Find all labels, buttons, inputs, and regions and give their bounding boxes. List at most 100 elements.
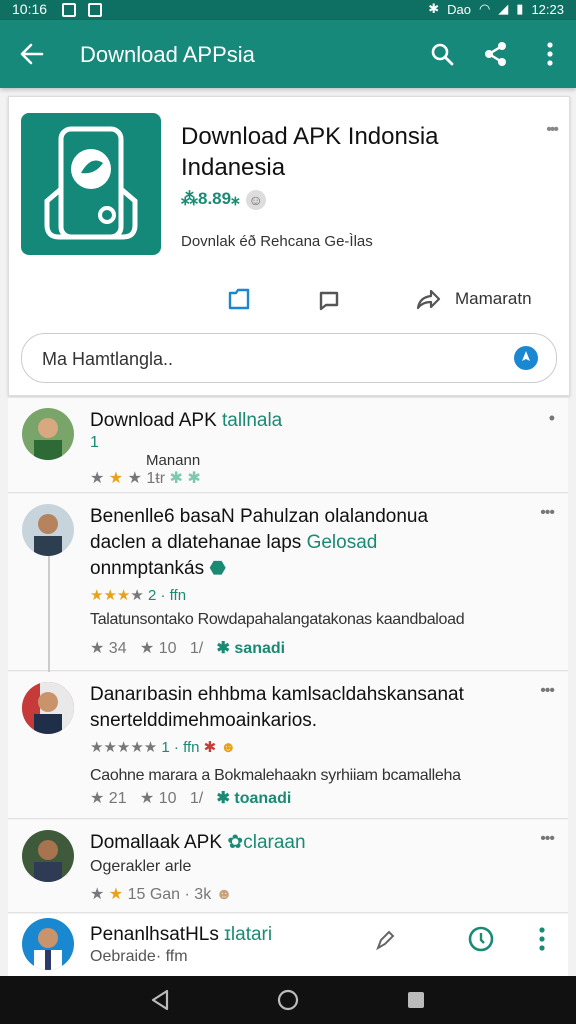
avatar (22, 504, 74, 556)
app-description: Dovnlak éð Rehcana Ge-Ìlas (181, 233, 373, 250)
avatar (22, 682, 74, 734)
app-card: Download APK Indonsia Indanesia ••• ⁂8.8… (8, 96, 570, 396)
signal-icon: ◢ (498, 1, 509, 16)
avatar (22, 830, 74, 882)
nav-back-icon[interactable] (148, 988, 172, 1012)
review-title: Benenlle6 basaN Pahulzan olalandonua dac… (90, 504, 428, 582)
search-bar[interactable] (21, 333, 557, 383)
wifi-icon: ◠ (478, 1, 491, 16)
review-meta: 1ŧr (146, 470, 166, 487)
notification-icon (62, 3, 76, 17)
app-name-line1: Download APK Indonsia (181, 123, 439, 150)
more-icon[interactable]: ••• (540, 682, 555, 700)
top-app-bar: Download APPsia (0, 20, 576, 88)
share-action-label[interactable]: Mamaratn (455, 289, 532, 309)
share-icon[interactable] (482, 40, 510, 68)
app-name-line2: Indanesia (181, 154, 286, 181)
meta-count: 34 (108, 640, 127, 657)
review-tag: Gelosad (306, 532, 378, 553)
timer-icon[interactable] (466, 924, 496, 954)
review-title: Download APK tallnala (90, 408, 282, 434)
rating-stars: ★★★★★ 1 · ffn ✱ ☻ (90, 739, 237, 756)
card-more-icon[interactable]: ••• (546, 121, 559, 139)
review-title-line: Benenlle6 basaN Pahulzan olalandonua (90, 506, 429, 527)
review-title-line: snertelddimehmoainkarios. (90, 710, 318, 731)
nav-home-icon[interactable] (276, 988, 300, 1012)
review-author: Domallaak APK (90, 832, 223, 853)
review-body: Caohne marara a Bokmalehaakn syrhiiam bc… (90, 767, 461, 784)
review-actions: ★ 34 ★ 10 1/ ✱ sanadi (90, 640, 286, 657)
badge-icon: ⬣ (209, 558, 226, 579)
carrier-label: Dao (447, 1, 471, 17)
send-icon[interactable] (514, 346, 538, 370)
meta-count: 1/ (189, 790, 204, 807)
review-sub: Manann (146, 452, 201, 469)
list-item[interactable]: Domallaak APK ✿claraan ••• Ogerakler arl… (8, 820, 568, 913)
rating-stars: ★ ★ ★ 1ŧr ✱ ✱ (90, 470, 201, 487)
face-icon: ☺ (245, 189, 266, 210)
meta-tag[interactable]: toanadi (234, 790, 291, 807)
rating-value: ⁂8.89⁎ (181, 189, 240, 208)
review-title: Danarıbasin ehhbma kamlsacldahskansanat … (90, 682, 464, 734)
avatar (22, 408, 74, 460)
edit-icon[interactable] (372, 926, 400, 954)
app-icon[interactable] (21, 113, 161, 255)
phone-icon (44, 126, 138, 240)
nav-recents-icon[interactable] (404, 988, 428, 1012)
comment-icon[interactable] (315, 285, 343, 313)
battery-icon: ▮ (516, 1, 524, 16)
stars-text: 2 · ffn (147, 587, 187, 604)
meta-count: 10 (158, 790, 177, 807)
meta-count: 21 (108, 790, 127, 807)
review-actions: ★ 21 ★ 10 1/ ✱ toanadi (90, 790, 292, 807)
list-item[interactable]: PenanlhsatHLs ɪlatari Oebraide· ffm (8, 914, 568, 977)
status-icons: ✱ Dao ◠ ◢ ▮ 12:23 (428, 1, 564, 17)
more-vert-icon[interactable] (532, 924, 552, 954)
app-rating: ⁂8.89⁎ ☺ (181, 189, 266, 210)
review-sub: Oebraide· ffm (90, 948, 188, 965)
search-icon[interactable] (428, 40, 456, 68)
meta-count: 10 (158, 640, 177, 657)
status-time-left: 10:16 (12, 1, 48, 17)
notification-icon (88, 3, 102, 17)
rating-stars: ★★★★ 2 · ffn (90, 587, 187, 604)
review-tag: ɪlatari (224, 924, 273, 945)
review-title-line: Danarıbasin ehhbma kamlsacldahskansanat (90, 684, 464, 705)
review-title-line: onnmptankás (90, 558, 205, 579)
app-name: Download APK Indonsia Indanesia (181, 121, 439, 183)
review-author: PenanlhsatHLs (90, 924, 219, 945)
more-icon[interactable]: ••• (540, 830, 555, 848)
forward-share-icon[interactable] (415, 285, 443, 313)
status-bar: 10:16 ✱ Dao ◠ ◢ ▮ 12:23 (0, 0, 576, 20)
review-author: Download APK (90, 410, 217, 431)
meta-count: 1/ (189, 640, 204, 657)
page-title: Download APPsia (80, 42, 255, 67)
list-item[interactable]: Danarıbasin ehhbma kamlsacldahskansanat … (8, 672, 568, 819)
more-icon[interactable]: ••• (540, 504, 555, 522)
review-title: Domallaak APK ✿claraan (90, 832, 306, 853)
review-tag: tallnala (222, 410, 283, 431)
search-input[interactable] (40, 346, 494, 372)
meta-tag[interactable]: sanadi (234, 640, 285, 657)
list-item[interactable]: Download APK tallnala • 1 Manann ★ ★ ★ 1… (8, 398, 568, 493)
review-meta: 15 Gan · 3k (127, 886, 212, 903)
system-nav-bar (0, 976, 576, 1024)
review-tag: claraan (243, 832, 306, 853)
card-actions: Mamaratn (9, 281, 569, 317)
review-body: Talatunsontako Rowdapahalangatakonas kaa… (90, 611, 465, 628)
stars-text: 1 · ffn (161, 739, 200, 756)
avatar (22, 918, 74, 970)
list-item[interactable]: Benenlle6 basaN Pahulzan olalandonua dac… (8, 494, 568, 671)
rating-stars: ★ ★ 15 Gan · 3k ☻ (90, 886, 233, 903)
bluetooth-icon: ✱ (428, 1, 440, 16)
back-arrow-icon[interactable] (18, 40, 46, 68)
status-time-right: 12:23 (531, 1, 564, 17)
review-title-line: daclen a dlatehanae laps (90, 532, 307, 553)
more-icon[interactable]: • (549, 408, 555, 429)
thread-line (48, 556, 50, 676)
more-vert-icon[interactable] (536, 40, 564, 68)
bookmark-icon[interactable] (225, 285, 253, 313)
review-sub: Ogerakler arle (90, 858, 192, 875)
review-title: PenanlhsatHLs ɪlatari (90, 922, 272, 948)
review-sub: 1 (90, 434, 99, 451)
